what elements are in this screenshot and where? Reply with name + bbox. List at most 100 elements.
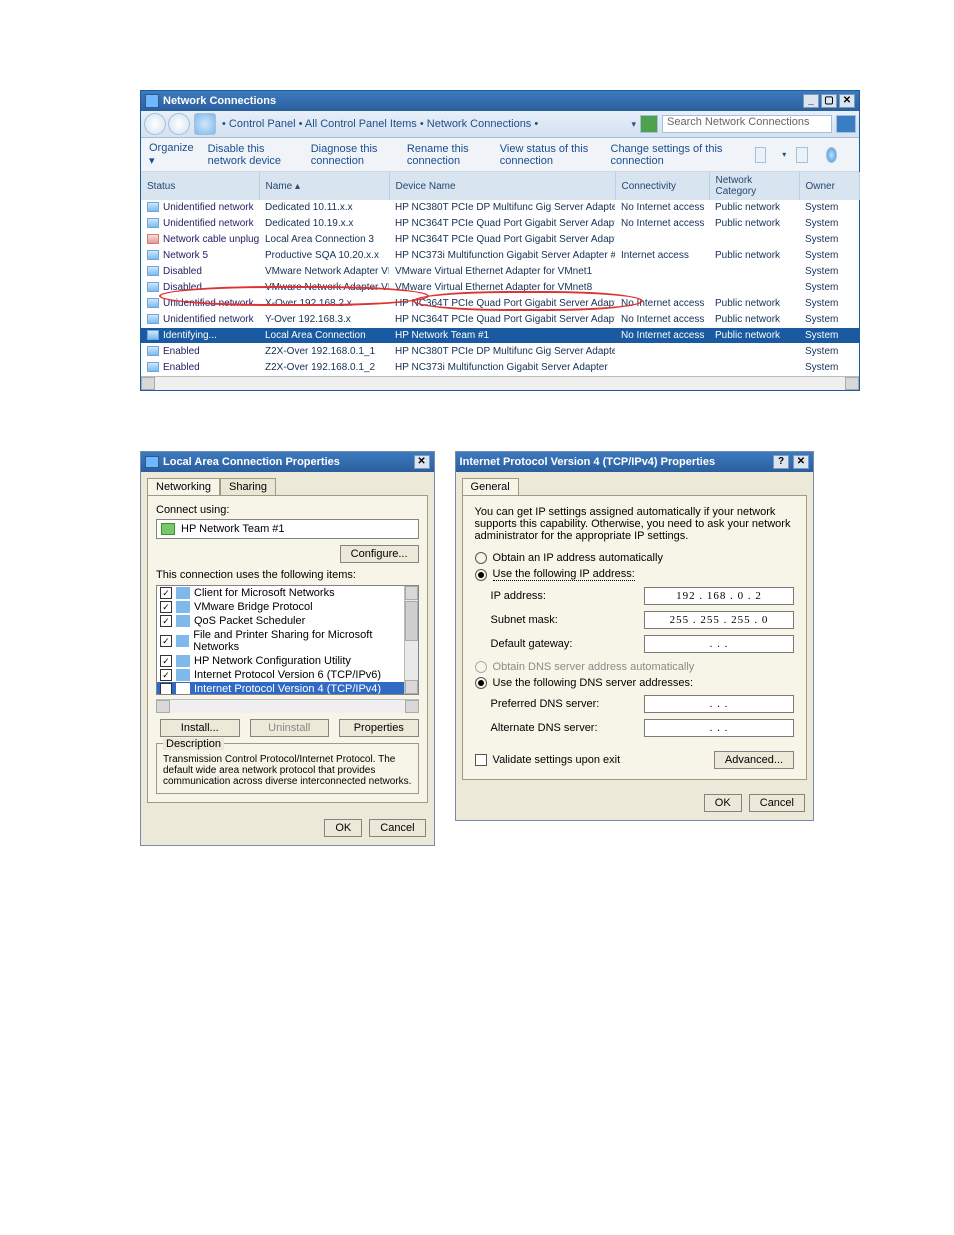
tab-networking[interactable]: Networking bbox=[147, 478, 220, 495]
item-checkbox[interactable]: ✓ bbox=[160, 669, 172, 681]
connection-row[interactable]: Identifying...Local Area ConnectionHP Ne… bbox=[141, 328, 859, 344]
scroll-left-button[interactable] bbox=[156, 700, 170, 713]
tab-sharing[interactable]: Sharing bbox=[220, 478, 276, 495]
radio-use-ip[interactable] bbox=[475, 569, 487, 581]
advanced-button[interactable]: Advanced... bbox=[714, 751, 794, 769]
connection-row[interactable]: Unidentified networkDedicated 10.11.x.xH… bbox=[141, 200, 859, 216]
cancel-button[interactable]: Cancel bbox=[749, 794, 805, 812]
breadcrumb[interactable]: • Control Panel • All Control Panel Item… bbox=[222, 118, 538, 130]
alternate-dns-field[interactable]: . . . bbox=[644, 719, 794, 737]
horizontal-scrollbar[interactable] bbox=[141, 376, 859, 390]
breadcrumb-dropdown[interactable]: ▾ bbox=[631, 119, 636, 130]
cancel-button[interactable]: Cancel bbox=[369, 819, 425, 837]
scroll-right-button[interactable] bbox=[845, 377, 859, 390]
validate-checkbox[interactable] bbox=[475, 754, 487, 766]
items-listbox[interactable]: ✓Client for Microsoft Networks✓VMware Br… bbox=[156, 585, 419, 695]
cmd-viewstatus[interactable]: View status of this connection bbox=[500, 143, 597, 167]
scroll-track[interactable] bbox=[155, 377, 845, 390]
item-checkbox[interactable]: ✓ bbox=[160, 615, 172, 627]
scroll-track[interactable] bbox=[170, 700, 405, 713]
col-status[interactable]: Status bbox=[141, 172, 259, 200]
list-item[interactable]: ✓Internet Protocol Version 4 (TCP/IPv4) bbox=[157, 682, 418, 695]
col-connectivity[interactable]: Connectivity bbox=[615, 172, 709, 200]
scroll-thumb[interactable] bbox=[405, 601, 418, 641]
adapter-field[interactable]: HP Network Team #1 bbox=[156, 519, 419, 539]
connection-row[interactable]: Unidentified networkDedicated 10.19.x.xH… bbox=[141, 216, 859, 232]
connection-row[interactable]: DisabledVMware Network Adapter VMn...VMw… bbox=[141, 280, 859, 296]
nav-back-button[interactable] bbox=[144, 113, 166, 135]
help-icon[interactable] bbox=[826, 147, 837, 163]
titlebar[interactable]: Internet Protocol Version 4 (TCP/IPv4) P… bbox=[456, 452, 813, 472]
search-input[interactable]: Search Network Connections bbox=[662, 115, 832, 133]
close-button[interactable]: ✕ bbox=[839, 94, 855, 108]
help-button[interactable]: ? bbox=[773, 455, 789, 469]
list-item[interactable]: ✓Client for Microsoft Networks bbox=[157, 586, 418, 600]
col-name[interactable]: Name ▴ bbox=[259, 172, 389, 200]
close-button[interactable]: ✕ bbox=[793, 455, 809, 469]
list-item[interactable]: ✓HP Network Configuration Utility bbox=[157, 654, 418, 668]
close-button[interactable]: ✕ bbox=[414, 455, 430, 469]
connection-row[interactable]: EnabledZ2X-Over 192.168.0.1_1HP NC380T P… bbox=[141, 344, 859, 360]
ok-button[interactable]: OK bbox=[324, 819, 362, 837]
properties-button[interactable]: Properties bbox=[339, 719, 419, 737]
preview-pane-icon[interactable] bbox=[796, 147, 807, 163]
view-options-icon[interactable] bbox=[755, 147, 766, 163]
item-checkbox[interactable]: ✓ bbox=[160, 635, 172, 647]
ok-button[interactable]: OK bbox=[704, 794, 742, 812]
item-checkbox[interactable]: ✓ bbox=[160, 655, 172, 667]
cmd-disable[interactable]: Disable this network device bbox=[208, 143, 297, 167]
col-networkcategory[interactable]: Network Category bbox=[709, 172, 799, 200]
list-item[interactable]: ✓ VMware Bridge Protocol bbox=[157, 600, 418, 614]
listbox-hscroll[interactable] bbox=[156, 699, 419, 713]
nav-forward-button[interactable] bbox=[168, 113, 190, 135]
search-button[interactable] bbox=[836, 115, 856, 133]
list-item[interactable]: ✓QoS Packet Scheduler bbox=[157, 614, 418, 628]
connection-row[interactable]: Unidentified networkX-Over 192.168.2.xHP… bbox=[141, 296, 859, 312]
ip-address-field[interactable]: 192 . 168 . 0 . 2 bbox=[644, 587, 794, 605]
description-group: Description Transmission Control Protoco… bbox=[156, 743, 419, 794]
up-icon[interactable] bbox=[194, 113, 216, 135]
subnet-mask-field[interactable]: 255 . 255 . 255 . 0 bbox=[644, 611, 794, 629]
scroll-down-button[interactable] bbox=[405, 680, 418, 694]
install-button[interactable]: Install... bbox=[160, 719, 240, 737]
cmd-rename[interactable]: Rename this connection bbox=[407, 143, 486, 167]
cell-device: HP NC380T PCIe DP Multifunc Gig Server A… bbox=[389, 200, 615, 216]
list-item[interactable]: ✓File and Printer Sharing for Microsoft … bbox=[157, 628, 418, 654]
connection-row[interactable]: Network cable unpluggedLocal Area Connec… bbox=[141, 232, 859, 248]
organize-menu[interactable]: Organize ▾ bbox=[149, 142, 194, 167]
connection-icon bbox=[147, 298, 159, 308]
cell-connectivity: No Internet access bbox=[615, 312, 709, 328]
configure-button[interactable]: Configure... bbox=[340, 545, 419, 563]
item-label: Internet Protocol Version 6 (TCP/IPv6) bbox=[194, 669, 381, 681]
tab-general[interactable]: General bbox=[462, 478, 519, 495]
preferred-dns-field[interactable]: . . . bbox=[644, 695, 794, 713]
radio-use-dns[interactable] bbox=[475, 677, 487, 689]
maximize-button[interactable]: ▢ bbox=[821, 94, 837, 108]
list-item[interactable]: ✓ Internet Protocol Version 6 (TCP/IPv6) bbox=[157, 668, 418, 682]
radio-auto-ip[interactable] bbox=[475, 552, 487, 564]
item-checkbox[interactable]: ✓ bbox=[160, 601, 172, 613]
cmd-changesettings[interactable]: Change settings of this connection bbox=[611, 143, 723, 167]
connection-row[interactable]: EnabledZ2X-Over 192.168.0.1_2HP NC373i M… bbox=[141, 360, 859, 376]
item-checkbox[interactable]: ✓ bbox=[160, 587, 172, 599]
minimize-button[interactable]: _ bbox=[803, 94, 819, 108]
connection-row[interactable]: DisabledVMware Network Adapter VMn...VMw… bbox=[141, 264, 859, 280]
cell-connectivity: No Internet access bbox=[615, 328, 709, 344]
item-label: VMware Bridge Protocol bbox=[194, 601, 313, 613]
view-dropdown-icon[interactable]: ▾ bbox=[782, 150, 786, 159]
titlebar[interactable]: Network Connections _ ▢ ✕ bbox=[141, 91, 859, 111]
scroll-left-button[interactable] bbox=[141, 377, 155, 390]
uninstall-button[interactable]: Uninstall bbox=[250, 719, 330, 737]
titlebar[interactable]: Local Area Connection Properties ✕ bbox=[141, 452, 434, 472]
item-checkbox[interactable]: ✓ bbox=[160, 683, 172, 695]
connection-row[interactable]: Unidentified networkY-Over 192.168.3.xHP… bbox=[141, 312, 859, 328]
col-devicename[interactable]: Device Name bbox=[389, 172, 615, 200]
refresh-button[interactable] bbox=[640, 115, 658, 133]
listbox-scrollbar[interactable] bbox=[404, 586, 418, 694]
cmd-diagnose[interactable]: Diagnose this connection bbox=[311, 143, 393, 167]
scroll-right-button[interactable] bbox=[405, 700, 419, 713]
col-owner[interactable]: Owner bbox=[799, 172, 859, 200]
connection-row[interactable]: Network 5Productive SQA 10.20.x.xHP NC37… bbox=[141, 248, 859, 264]
scroll-up-button[interactable] bbox=[405, 586, 418, 600]
default-gateway-field[interactable]: . . . bbox=[644, 635, 794, 653]
